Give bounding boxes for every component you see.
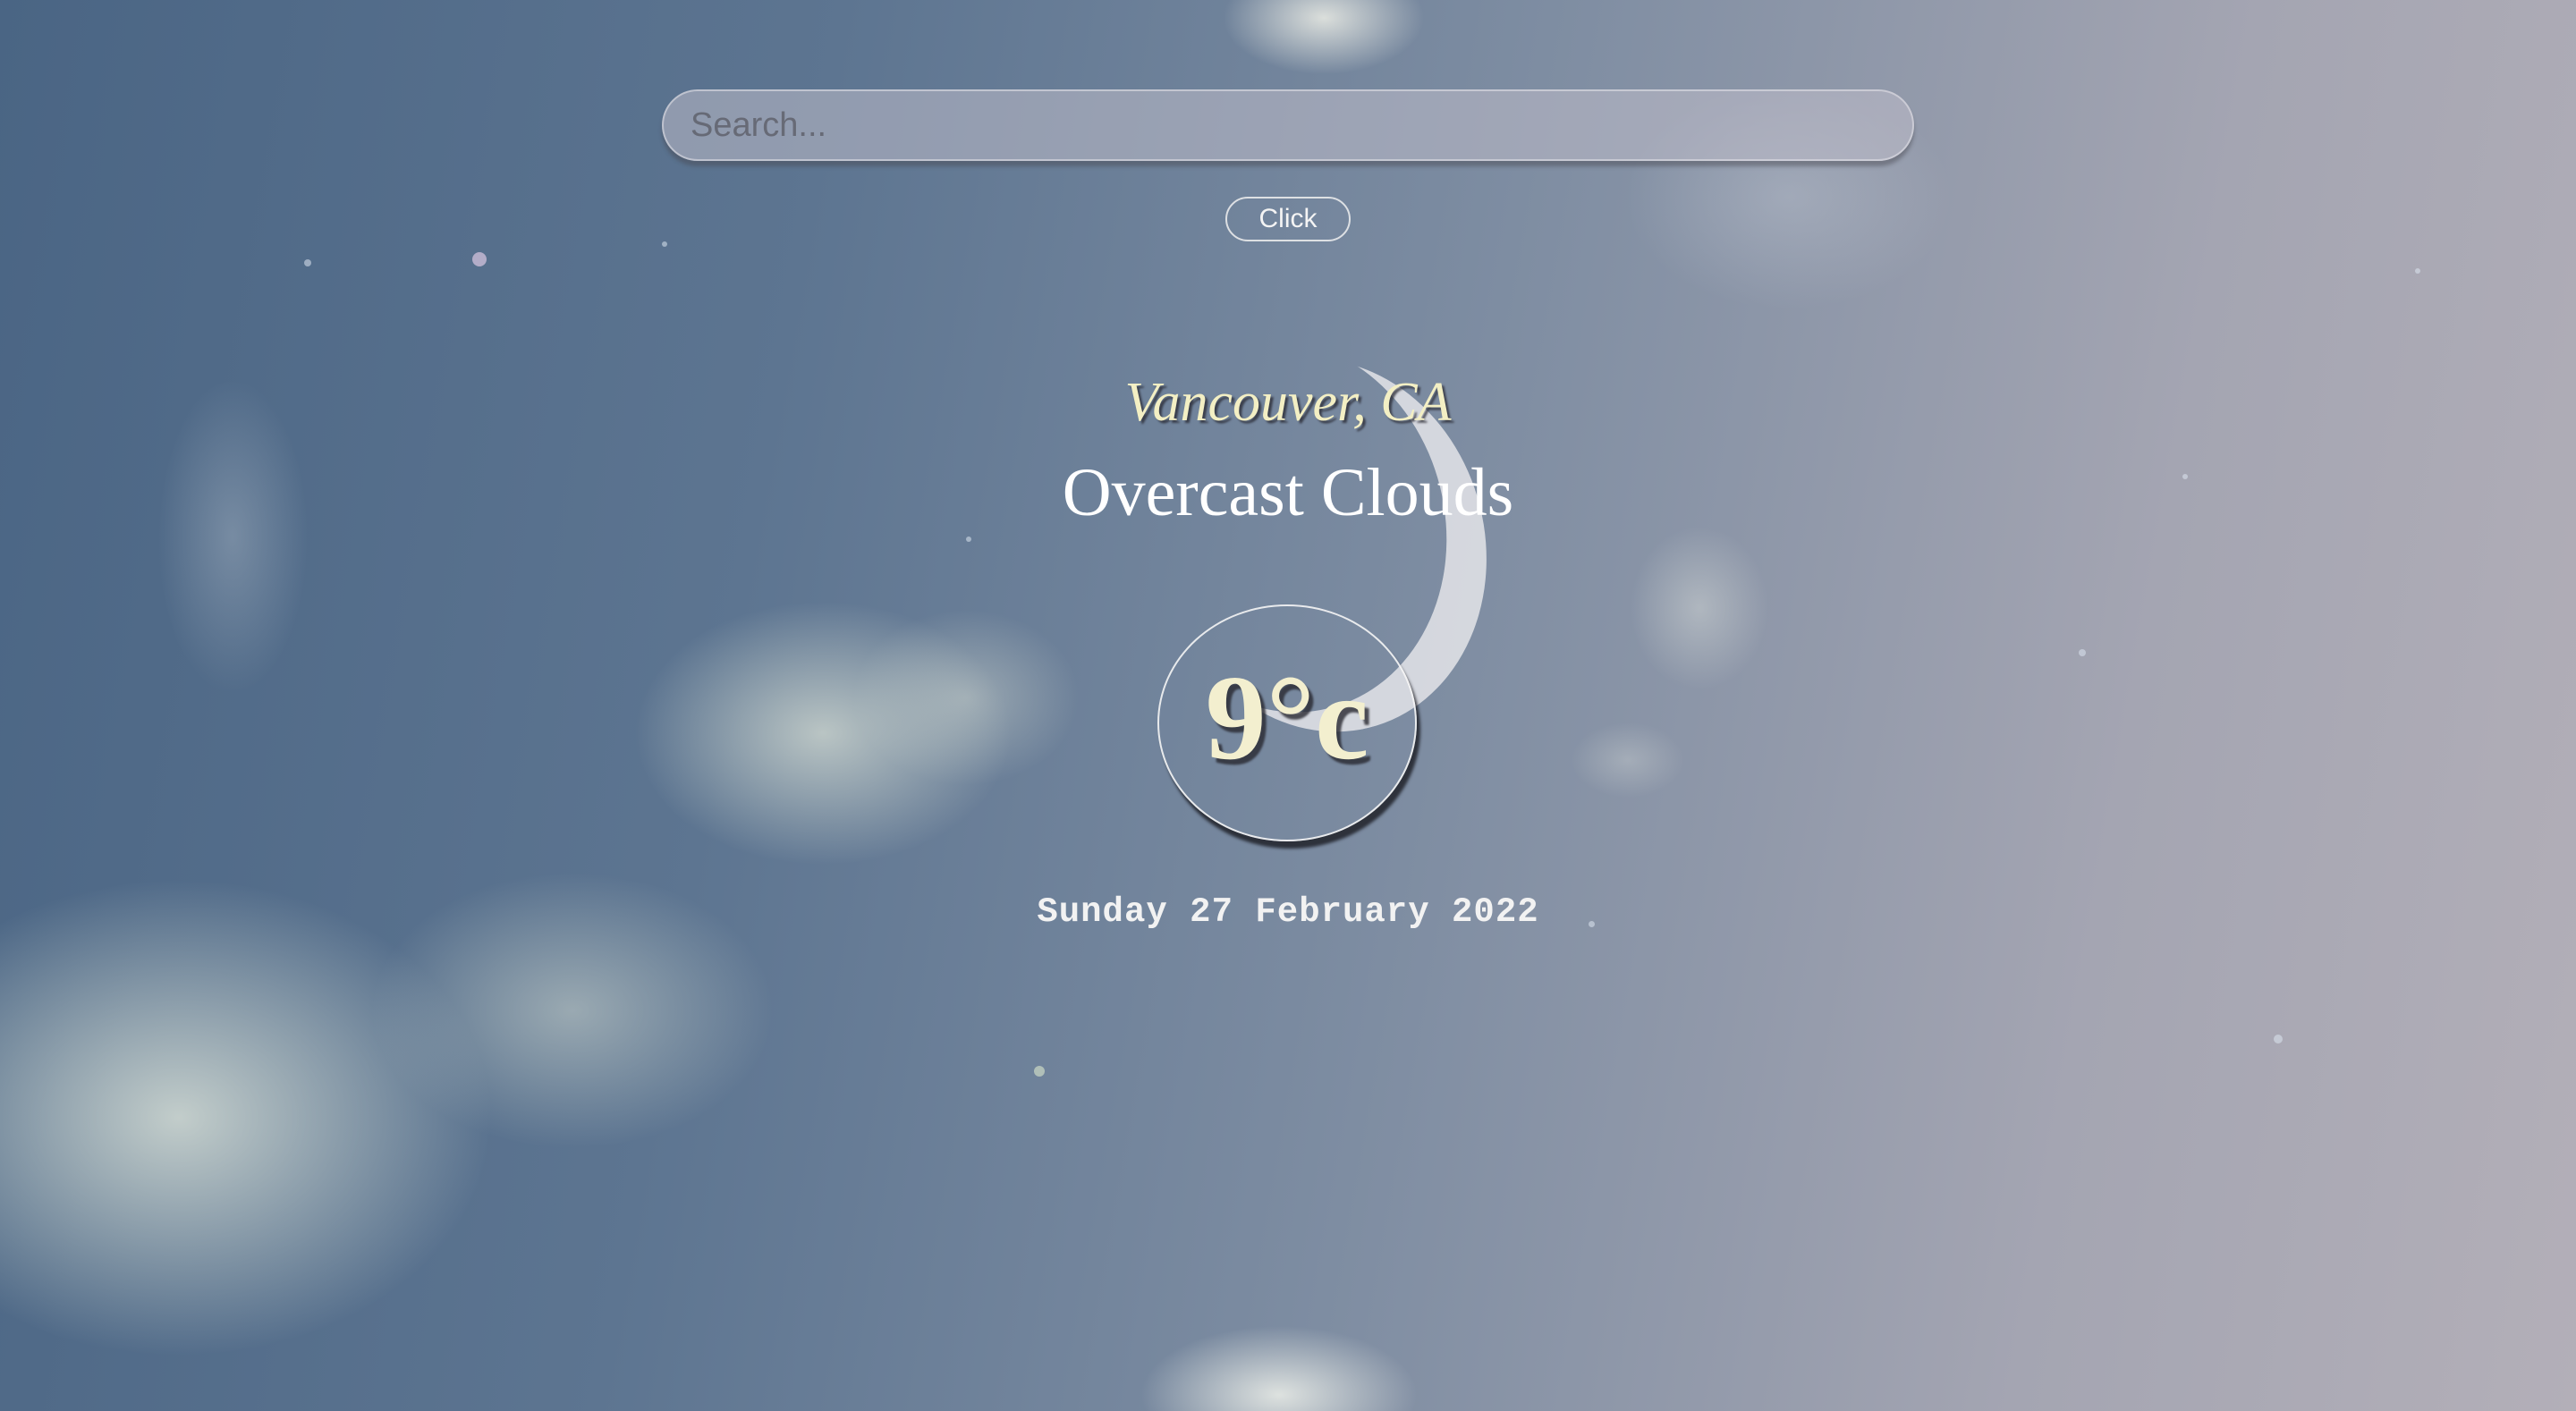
weather-condition: Overcast Clouds [1062,455,1514,530]
star-decoration [2274,1035,2283,1043]
star-decoration [2079,649,2086,656]
star-decoration [966,537,971,542]
search-input[interactable] [662,89,1914,161]
star-decoration [304,259,311,266]
city-name: Vancouver, CA [1124,372,1452,433]
star-decoration [472,252,487,266]
star-decoration [2415,268,2420,274]
star-decoration [1034,1066,1045,1077]
temperature-value: 9°c [1205,651,1369,785]
current-date: Sunday 27 February 2022 [1037,892,1539,932]
star-decoration [662,241,667,247]
search-button[interactable]: Click [1225,197,1351,241]
